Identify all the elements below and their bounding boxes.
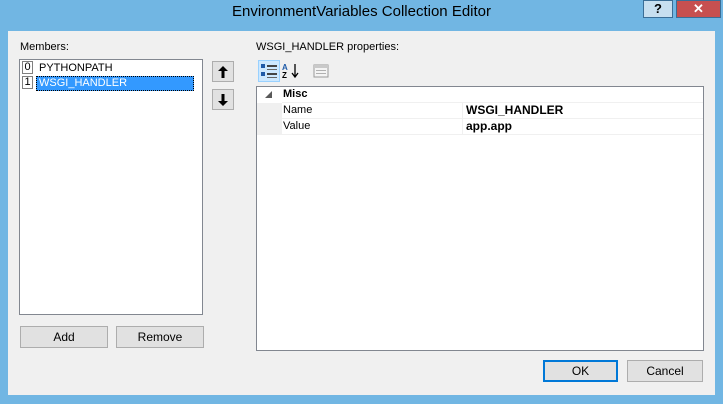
collapse-triangle-icon[interactable] xyxy=(264,90,274,100)
property-value[interactable]: app.app xyxy=(466,119,512,134)
property-pages-icon xyxy=(313,64,329,78)
title-bar[interactable]: EnvironmentVariables Collection Editor ?… xyxy=(0,0,723,24)
member-index: 1 xyxy=(22,76,33,89)
move-up-button[interactable] xyxy=(212,61,234,82)
property-pages-button[interactable] xyxy=(310,60,332,82)
property-name: Value xyxy=(282,119,463,134)
svg-text:Z: Z xyxy=(282,71,287,79)
property-grid-toolbar: A Z xyxy=(256,60,329,84)
dialog-client-area: Members: 0 PYTHONPATH 1 WSGI_HANDLER Add… xyxy=(8,31,715,395)
property-value[interactable]: WSGI_HANDLER xyxy=(466,103,563,118)
categorized-button[interactable] xyxy=(258,60,280,82)
property-row[interactable]: Value app.app xyxy=(257,119,703,135)
alphabetical-button[interactable]: A Z xyxy=(280,60,302,82)
category-name: Misc xyxy=(283,88,308,100)
close-button[interactable]: ✕ xyxy=(676,0,721,18)
members-label: Members: xyxy=(20,41,69,53)
help-button[interactable]: ? xyxy=(643,0,673,18)
property-name: Name xyxy=(282,103,463,118)
move-down-button[interactable] xyxy=(212,89,234,110)
members-list[interactable]: 0 PYTHONPATH 1 WSGI_HANDLER xyxy=(19,59,203,315)
member-name: WSGI_HANDLER xyxy=(36,76,194,91)
category-row[interactable]: Misc xyxy=(257,87,703,103)
property-row[interactable]: Name WSGI_HANDLER xyxy=(257,103,703,119)
add-button[interactable]: Add xyxy=(20,326,108,348)
cancel-button[interactable]: Cancel xyxy=(627,360,703,382)
category-gutter xyxy=(257,87,282,103)
row-gutter xyxy=(257,103,282,119)
alphabetical-icon: A Z xyxy=(282,63,299,79)
member-index: 0 xyxy=(22,61,33,74)
arrow-up-icon xyxy=(218,65,228,78)
window-title: EnvironmentVariables Collection Editor xyxy=(231,3,491,20)
row-gutter xyxy=(257,119,282,135)
ok-button[interactable]: OK xyxy=(543,360,618,382)
dialog-window: EnvironmentVariables Collection Editor ?… xyxy=(0,0,723,404)
remove-button[interactable]: Remove xyxy=(116,326,204,348)
property-grid[interactable]: Misc Name WSGI_HANDLER Value app.app xyxy=(256,86,704,351)
categorized-icon xyxy=(261,64,277,78)
properties-label: WSGI_HANDLER properties: xyxy=(256,41,400,53)
arrow-down-icon xyxy=(218,93,228,106)
member-name: PYTHONPATH xyxy=(39,62,113,74)
